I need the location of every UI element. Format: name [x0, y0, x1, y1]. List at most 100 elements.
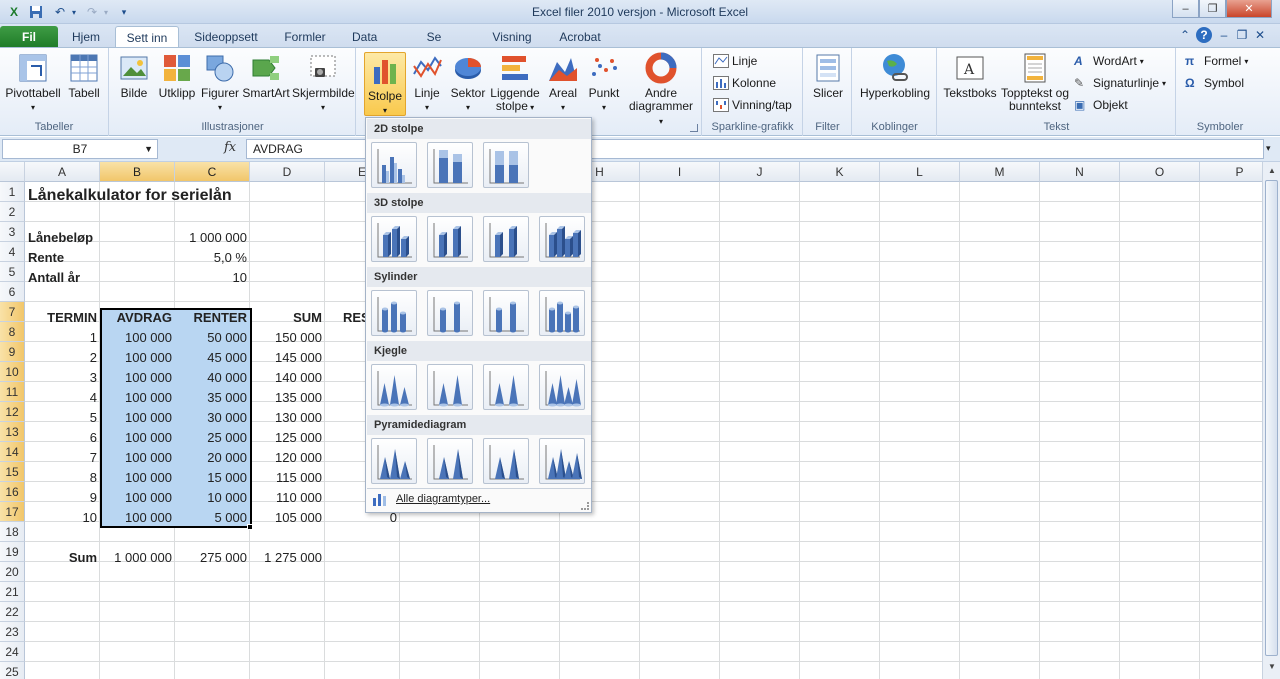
utklipp-button[interactable]: Utklipp [156, 52, 198, 100]
objekt-button[interactable]: ▣ Objekt [1074, 96, 1128, 114]
cell-sum[interactable]: 110 000 [250, 488, 325, 508]
cell-termin[interactable]: 1 [25, 328, 100, 348]
3d-cone-thumbnail[interactable] [539, 364, 585, 410]
label-rente[interactable]: Rente [25, 248, 100, 268]
liggende-stolpe-button[interactable]: Liggende stolpe ▾ [489, 52, 541, 114]
symbol-button[interactable]: Ω Symbol [1185, 74, 1244, 92]
3d-100-stacked-column-thumbnail[interactable] [483, 216, 529, 262]
header-sum[interactable]: SUM [250, 308, 325, 328]
row-header[interactable]: 4 [0, 242, 25, 262]
scroll-up-icon[interactable]: ▲ [1264, 163, 1280, 179]
column-header[interactable]: N [1040, 162, 1120, 182]
sparkline-kolonne-button[interactable]: Kolonne [713, 74, 776, 92]
tab-sett-inn[interactable]: Sett inn [115, 26, 179, 49]
clustered-cylinder-thumbnail[interactable] [371, 290, 417, 336]
column-header[interactable]: I [640, 162, 720, 182]
hyperkobling-button[interactable]: Hyperkobling [857, 52, 933, 100]
cell-termin[interactable]: 9 [25, 488, 100, 508]
skjermbilde-button[interactable]: Skjermbilde ▾ [292, 52, 355, 114]
row-header[interactable]: 24 [0, 642, 25, 662]
andre-diagrammer-button[interactable]: Andre diagrammer ▾ [627, 52, 695, 128]
bilde-button[interactable]: Bilde [116, 52, 152, 100]
tekstboks-button[interactable]: A Tekstboks [942, 52, 998, 100]
diagrammer-dialog-launcher[interactable] [690, 124, 698, 132]
value-rente[interactable]: 5,0 % [175, 248, 250, 268]
row-header[interactable]: 12 [0, 402, 25, 422]
sektor-button[interactable]: Sektor ▾ [449, 52, 487, 114]
row-header[interactable]: 1 [0, 182, 25, 202]
tab-formler[interactable]: Formler [273, 26, 337, 48]
cell-sum[interactable]: 125 000 [250, 428, 325, 448]
row-header[interactable]: 18 [0, 522, 25, 542]
row-header[interactable]: 16 [0, 482, 25, 502]
3d-column-thumbnail[interactable] [539, 216, 585, 262]
tab-acrobat[interactable]: Acrobat [548, 26, 612, 48]
cell-sum[interactable]: 140 000 [250, 368, 325, 388]
name-box-dropdown-icon[interactable]: ▼ [144, 140, 153, 158]
cell-sum[interactable]: 120 000 [250, 448, 325, 468]
label-lanebelop[interactable]: Lånebeløp [25, 228, 100, 248]
cell-sum[interactable]: 115 000 [250, 468, 325, 488]
workbook-minimize-icon[interactable]: – [1216, 27, 1232, 43]
restore-button[interactable]: ❐ [1199, 0, 1226, 18]
100-stacked-pyramid-thumbnail[interactable] [483, 438, 529, 484]
stacked-cone-thumbnail[interactable] [427, 364, 473, 410]
total-renter[interactable]: 275 000 [175, 548, 250, 568]
ribbon-minimize-icon[interactable]: ⌃ [1177, 27, 1193, 43]
row-header[interactable]: 20 [0, 562, 25, 582]
clustered-pyramid-thumbnail[interactable] [371, 438, 417, 484]
gallery-resize-grip[interactable] [581, 502, 589, 510]
worksheet-grid[interactable]: A B C D E F G H I J K L M N O P 12345678… [0, 162, 1262, 679]
expand-formula-bar-icon[interactable]: ▾ [1266, 143, 1271, 154]
topptekst-bunntekst-button[interactable]: Topptekst og bunntekst [1000, 52, 1070, 113]
total-avdrag[interactable]: 1 000 000 [100, 548, 175, 568]
label-sum[interactable]: Sum [25, 548, 100, 568]
cell-sum[interactable]: 145 000 [250, 348, 325, 368]
stacked-pyramid-thumbnail[interactable] [427, 438, 473, 484]
row-header[interactable]: 23 [0, 622, 25, 642]
select-all-corner[interactable] [0, 162, 25, 182]
row-header[interactable]: 22 [0, 602, 25, 622]
row-header[interactable]: 7 [0, 302, 25, 322]
smartart-button[interactable]: SmartArt [242, 52, 290, 100]
cell-termin[interactable]: 3 [25, 368, 100, 388]
100-stacked-column-thumbnail[interactable] [483, 142, 529, 188]
close-button[interactable]: ✕ [1226, 0, 1272, 18]
3d-stacked-column-thumbnail[interactable] [427, 216, 473, 262]
column-header[interactable]: L [880, 162, 960, 182]
column-header[interactable]: P [1200, 162, 1262, 182]
total-sum[interactable]: 1 275 000 [250, 548, 325, 568]
3d-cylinder-thumbnail[interactable] [539, 290, 585, 336]
clustered-column-thumbnail[interactable] [371, 142, 417, 188]
value-lanebelop[interactable]: 1 000 000 [175, 228, 250, 248]
sheet-title[interactable]: Lånekalkulator for serielån [25, 184, 325, 208]
tab-fil[interactable]: Fil [0, 26, 58, 48]
sparkline-vinning-button[interactable]: Vinning/tap [713, 96, 792, 114]
cell-termin[interactable]: 5 [25, 408, 100, 428]
row-header[interactable]: 2 [0, 202, 25, 222]
column-header[interactable]: A [25, 162, 100, 182]
slicer-button[interactable]: Slicer [808, 52, 848, 100]
tab-se-gjennom[interactable]: Se gjennom [392, 26, 476, 66]
cell-termin[interactable]: 2 [25, 348, 100, 368]
column-header[interactable]: C [175, 162, 250, 182]
row-header[interactable]: 25 [0, 662, 25, 679]
cell-termin[interactable]: 10 [25, 508, 100, 528]
clustered-cone-thumbnail[interactable] [371, 364, 417, 410]
100-stacked-cone-thumbnail[interactable] [483, 364, 529, 410]
punkt-button[interactable]: Punkt ▾ [585, 52, 623, 114]
vertical-scrollbar[interactable]: ▲ ▼ [1262, 162, 1280, 679]
help-icon[interactable]: ? [1196, 27, 1212, 43]
sparkline-linje-button[interactable]: Linje [713, 52, 757, 70]
workbook-close-icon[interactable]: ✕ [1252, 27, 1268, 43]
cell-sum[interactable]: 105 000 [250, 508, 325, 528]
row-header[interactable]: 10 [0, 362, 25, 382]
scroll-down-icon[interactable]: ▼ [1264, 659, 1280, 675]
cell-termin[interactable]: 8 [25, 468, 100, 488]
tab-sideoppsett[interactable]: Sideoppsett [184, 26, 268, 48]
workbook-restore-icon[interactable]: ❐ [1234, 27, 1250, 43]
fill-handle[interactable] [247, 524, 253, 530]
column-header[interactable]: O [1120, 162, 1200, 182]
label-antall[interactable]: Antall år [25, 268, 100, 288]
minimize-button[interactable]: – [1172, 0, 1199, 18]
